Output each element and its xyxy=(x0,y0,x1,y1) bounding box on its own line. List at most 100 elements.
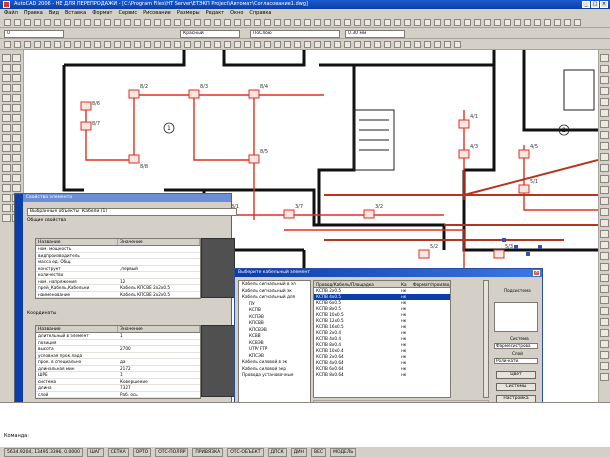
property-value[interactable]: 2700 xyxy=(118,346,200,352)
property-value[interactable] xyxy=(118,272,200,278)
toolbar-button-icon[interactable] xyxy=(124,19,131,26)
toolbar-button-icon[interactable] xyxy=(424,19,431,26)
modify-tool-icon[interactable] xyxy=(600,164,609,172)
toolbar-button-icon[interactable] xyxy=(174,41,181,48)
draw-tool-icon[interactable] xyxy=(12,94,21,102)
menu-item[interactable]: Вид xyxy=(49,9,59,17)
menu-item[interactable]: Размеры xyxy=(177,9,200,17)
close-icon[interactable]: × xyxy=(600,1,608,8)
toolbar-button-icon[interactable] xyxy=(334,19,341,26)
toolbar-button-icon[interactable] xyxy=(384,41,391,48)
column-manufacturer[interactable]: Формат/производитель xyxy=(412,281,450,287)
toolbar-button-icon[interactable] xyxy=(404,19,411,26)
toolbar-button-icon[interactable] xyxy=(404,41,411,48)
modify-tool-icon[interactable] xyxy=(600,197,609,205)
toolbar-button-icon[interactable] xyxy=(434,41,441,48)
toolbar-button-icon[interactable] xyxy=(304,19,311,26)
toolbar-button-icon[interactable] xyxy=(24,41,31,48)
toolbar-button-icon[interactable] xyxy=(164,19,171,26)
menu-item[interactable]: Сервис xyxy=(118,9,137,17)
modify-tool-icon[interactable] xyxy=(600,120,609,128)
toolbar-button-icon[interactable] xyxy=(244,41,251,48)
modify-tool-icon[interactable] xyxy=(600,219,609,227)
toolbar-button-icon[interactable] xyxy=(114,41,121,48)
toolbar-button-icon[interactable] xyxy=(434,19,441,26)
toolbar-button-icon[interactable] xyxy=(234,41,241,48)
modify-tool-icon[interactable] xyxy=(600,153,609,161)
modify-tool-icon[interactable] xyxy=(600,373,609,381)
linetype-combo[interactable]: ПоСлою xyxy=(250,30,340,38)
toolbar-button-icon[interactable] xyxy=(174,19,181,26)
toolbar-button-icon[interactable] xyxy=(4,19,11,26)
toolbar-button-icon[interactable] xyxy=(484,19,491,26)
modify-tool-icon[interactable] xyxy=(600,109,609,117)
cable-list[interactable]: Провод/Кабель/Площадка Ка Формат/произво… xyxy=(313,280,451,398)
modify-tool-icon[interactable] xyxy=(600,175,609,183)
modify-tool-icon[interactable] xyxy=(600,296,609,304)
toolbar-button-icon[interactable] xyxy=(454,19,461,26)
toolbar-button-icon[interactable] xyxy=(74,19,81,26)
modify-tool-icon[interactable] xyxy=(600,54,609,62)
toolbar-button-icon[interactable] xyxy=(414,41,421,48)
property-value[interactable] xyxy=(118,259,200,265)
toolbar-button-icon[interactable] xyxy=(204,41,211,48)
property-value[interactable]: ,первый xyxy=(118,266,200,272)
draw-tool-icon[interactable] xyxy=(12,54,21,62)
autocad-app-icon[interactable] xyxy=(3,1,10,8)
toolbar-button-icon[interactable] xyxy=(234,19,241,26)
property-value[interactable] xyxy=(118,353,200,359)
status-toggle[interactable]: ДПСК xyxy=(267,448,287,457)
toolbar-button-icon[interactable] xyxy=(354,41,361,48)
toolbar-button-icon[interactable] xyxy=(134,19,141,26)
toolbar-button-icon[interactable] xyxy=(224,19,231,26)
draw-tool-icon[interactable] xyxy=(2,124,11,132)
property-row[interactable]: наименование Кабель КПСВЕ 2х2х0.5 xyxy=(36,292,200,298)
draw-tool-icon[interactable] xyxy=(12,134,21,142)
menu-item[interactable]: Правка xyxy=(24,9,43,17)
property-value[interactable]: Ковершение xyxy=(118,379,200,385)
toolbar-button-icon[interactable] xyxy=(74,41,81,48)
draw-tool-icon[interactable] xyxy=(2,64,11,72)
property-value[interactable]: Раб. ось xyxy=(118,392,200,398)
modify-tool-icon[interactable] xyxy=(600,263,609,271)
geometry-section[interactable]: Координаты xyxy=(27,311,177,317)
toolbar-button-icon[interactable] xyxy=(194,19,201,26)
toolbar-button-icon[interactable] xyxy=(284,41,291,48)
draw-tool-icon[interactable] xyxy=(12,64,21,72)
lineweight-combo[interactable]: 0.30 мм xyxy=(345,30,405,38)
toolbar-button-icon[interactable] xyxy=(194,41,201,48)
command-line[interactable]: Команда: xyxy=(0,402,610,446)
toolbar-button-icon[interactable] xyxy=(464,19,471,26)
toolbar-button-icon[interactable] xyxy=(14,19,21,26)
toolbar-button-icon[interactable] xyxy=(564,19,571,26)
toolbar-button-icon[interactable] xyxy=(244,19,251,26)
minimize-icon[interactable]: _ xyxy=(582,1,590,8)
toolbar-button-icon[interactable] xyxy=(444,19,451,26)
modify-tool-icon[interactable] xyxy=(600,351,609,359)
status-toggle[interactable]: ВЕС xyxy=(311,448,327,457)
menu-item[interactable]: Формат xyxy=(92,9,112,17)
draw-tool-icon[interactable] xyxy=(2,74,11,82)
toolbar-button-icon[interactable] xyxy=(104,19,111,26)
property-value[interactable]: 2172 xyxy=(118,366,200,372)
property-value[interactable] xyxy=(118,246,200,252)
property-value[interactable]: 12 xyxy=(118,279,200,285)
toolbar-button-icon[interactable] xyxy=(24,19,31,26)
draw-tool-icon[interactable] xyxy=(2,54,11,62)
toolbar-button-icon[interactable] xyxy=(144,19,151,26)
maximize-icon[interactable]: □ xyxy=(591,1,599,8)
toolbar-button-icon[interactable] xyxy=(444,41,451,48)
draw-tool-icon[interactable] xyxy=(12,184,21,192)
toolbar-button-icon[interactable] xyxy=(14,41,21,48)
modify-tool-icon[interactable] xyxy=(600,340,609,348)
system-combo[interactable]: Фармесистрова xyxy=(494,343,538,349)
modify-tool-icon[interactable] xyxy=(600,307,609,315)
modify-tool-icon[interactable] xyxy=(600,87,609,95)
toolbar-button-icon[interactable] xyxy=(414,19,421,26)
toolbar-button-icon[interactable] xyxy=(314,41,321,48)
toolbar-button-icon[interactable] xyxy=(254,41,261,48)
draw-tool-icon[interactable] xyxy=(12,144,21,152)
toolbar-button-icon[interactable] xyxy=(114,19,121,26)
draw-tool-icon[interactable] xyxy=(2,84,11,92)
menu-item[interactable]: Файл xyxy=(4,9,18,17)
